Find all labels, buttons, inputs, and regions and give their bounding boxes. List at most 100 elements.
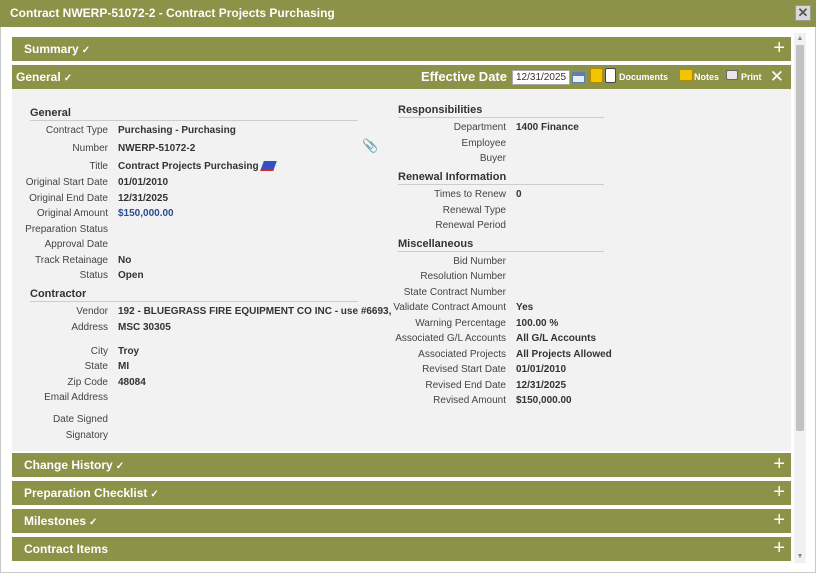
section-preparation-checklist-label: Preparation Checklist <box>24 486 148 500</box>
state-value: MI <box>118 361 130 372</box>
expand-icon[interactable]: + <box>773 453 785 475</box>
field-label: Original Start Date <box>25 177 108 188</box>
revised-end-date-value: 12/31/2025 <box>516 380 567 391</box>
check-icon: ✓ <box>89 517 98 528</box>
section-milestones[interactable]: Milestones ✓ + <box>12 509 791 533</box>
divider <box>398 117 604 118</box>
address-value: MSC 30305 <box>118 322 171 333</box>
warning-percentage-value: 100.00 % <box>516 318 559 329</box>
notes-icon[interactable] <box>679 69 693 81</box>
field-label: Renewal Type <box>442 205 506 216</box>
zip-code-value: 48084 <box>118 377 146 388</box>
field-label: Revised Start Date <box>422 364 506 375</box>
field-label: Address <box>71 322 108 333</box>
field-label: Zip Code <box>67 377 108 388</box>
field-label: Contract Type <box>45 125 108 136</box>
section-summary[interactable]: Summary ✓ + <box>12 37 791 61</box>
revised-amount-value: $150,000.00 <box>516 395 572 406</box>
section-general-header: General ✓ Effective Date 12/31/2025 Docum… <box>12 65 791 89</box>
divider <box>30 301 358 302</box>
scroll-down-arrow-icon[interactable]: ▼ <box>794 551 806 563</box>
original-amount-link[interactable]: $150,000.00 <box>118 208 174 219</box>
field-label: Associated Projects <box>418 349 506 360</box>
field-label: Employee <box>461 138 506 149</box>
vendor-value: 192 - BLUEGRASS FIRE EQUIPMENT CO INC - … <box>118 306 392 317</box>
field-label: Preparation Status <box>25 224 108 235</box>
field-label: Original End Date <box>29 193 108 204</box>
check-icon: ✓ <box>150 489 159 500</box>
contract-type-value: Purchasing - Purchasing <box>118 125 236 136</box>
field-label: Renewal Period <box>435 220 506 231</box>
field-label: Resolution Number <box>420 271 506 282</box>
section-preparation-checklist[interactable]: Preparation Checklist ✓ + <box>12 481 791 505</box>
field-label: Associated G/L Accounts <box>395 333 506 344</box>
divider <box>30 120 358 121</box>
check-icon: ✓ <box>115 461 125 472</box>
field-label: Vendor <box>76 306 108 317</box>
check-icon: ✓ <box>81 45 91 56</box>
expand-icon[interactable]: + <box>773 37 785 59</box>
calendar-icon[interactable] <box>572 72 585 83</box>
section-general-label[interactable]: General ✓ <box>16 65 72 91</box>
expand-icon[interactable]: + <box>773 481 785 503</box>
divider <box>398 184 604 185</box>
number-value: NWERP-51072-2 <box>118 143 196 154</box>
field-label: Date Signed <box>52 414 108 425</box>
section-summary-label: Summary <box>24 42 79 56</box>
field-label: Bid Number <box>453 256 506 267</box>
revised-start-date-value: 01/01/2010 <box>516 364 567 375</box>
associated-projects-value: All Projects Allowed <box>516 349 612 360</box>
field-label: City <box>90 346 108 357</box>
field-label: Warning Percentage <box>415 318 506 329</box>
field-label: State Contract Number <box>403 287 506 298</box>
field-label: Revised End Date <box>425 380 506 391</box>
status-value: Open <box>118 270 144 281</box>
divider <box>398 251 604 252</box>
documents-icon[interactable] <box>605 68 616 83</box>
edit-icon[interactable] <box>259 161 277 172</box>
contractor-heading: Contractor <box>30 288 87 300</box>
track-retainage-value: No <box>118 255 132 266</box>
field-label: Buyer <box>479 153 506 164</box>
title-value: Contract Projects Purchasing <box>118 161 277 172</box>
original-start-date-value: 01/01/2010 <box>118 177 169 188</box>
renewal-heading: Renewal Information <box>398 171 507 183</box>
window-title: Contract NWERP-51072-2 - Contract Projec… <box>10 6 335 20</box>
paperclip-icon[interactable]: 📎 <box>362 138 378 154</box>
section-change-history[interactable]: Change History ✓ + <box>12 453 791 477</box>
field-label: Status <box>79 270 108 281</box>
close-icon[interactable]: ✕ <box>795 5 811 21</box>
print-icon[interactable] <box>726 70 738 80</box>
times-to-renew-value: 0 <box>516 189 522 200</box>
documents-button[interactable]: Documents <box>619 65 668 89</box>
field-label: Number <box>72 143 108 154</box>
scroll-up-arrow-icon[interactable]: ▲ <box>794 33 806 45</box>
field-label: Approval Date <box>44 239 108 250</box>
print-button[interactable]: Print <box>741 65 762 89</box>
expand-icon[interactable]: + <box>773 537 785 559</box>
effective-date-label: Effective Date <box>421 69 507 84</box>
effective-date-input[interactable]: 12/31/2025 <box>512 70 570 85</box>
general-content: General Contract Type Purchasing - Purch… <box>12 89 791 451</box>
section-change-history-label: Change History <box>24 458 113 472</box>
notes-button[interactable]: Notes <box>694 65 719 89</box>
expand-icon[interactable]: + <box>773 509 785 531</box>
section-contract-items[interactable]: Contract Items + <box>12 537 791 561</box>
field-label: Original Amount <box>36 208 108 219</box>
close-section-icon[interactable]: ✕ <box>770 65 784 89</box>
section-milestones-label: Milestones <box>24 514 87 528</box>
miscellaneous-heading: Miscellaneous <box>398 238 474 250</box>
general-heading: General <box>30 107 71 119</box>
field-label: Track Retainage <box>35 255 108 266</box>
field-label: Validate Contract Amount <box>393 302 506 313</box>
original-end-date-value: 12/31/2025 <box>118 193 169 204</box>
associated-gl-accounts-value: All G/L Accounts <box>516 333 597 344</box>
field-label: Email Address <box>44 392 108 403</box>
vertical-scrollbar[interactable]: ▲ ▼ <box>794 33 806 563</box>
city-value: Troy <box>118 346 140 357</box>
field-label: State <box>84 361 108 372</box>
field-label: Title <box>89 161 108 172</box>
scroll-thumb[interactable] <box>796 45 804 431</box>
history-icon[interactable] <box>590 68 603 83</box>
field-label: Department <box>453 122 506 133</box>
